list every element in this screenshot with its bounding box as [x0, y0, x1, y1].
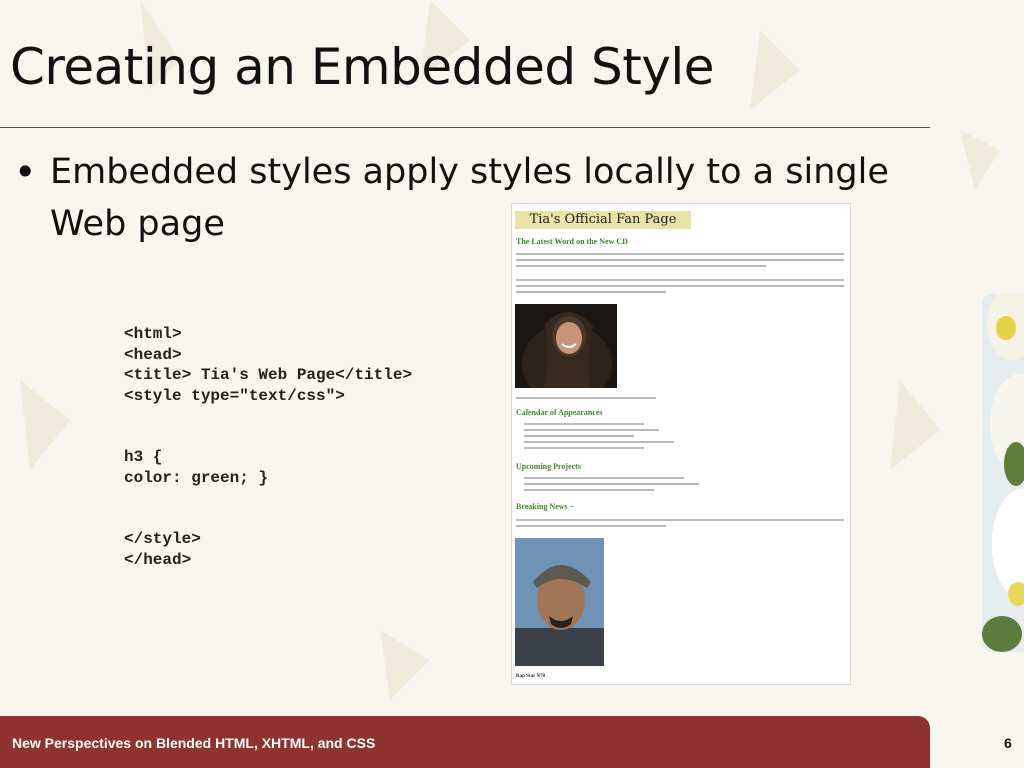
section-heading: Upcoming Projects: [516, 462, 581, 471]
text-line: [516, 525, 666, 527]
text-line: [516, 397, 656, 399]
fan-page-banner: Tia's Official Fan Page: [515, 211, 691, 229]
list-line: [524, 447, 644, 449]
text-line: [516, 285, 844, 287]
section-heading: Breaking News –: [516, 502, 574, 511]
bullet-icon: •: [14, 150, 37, 194]
flower-image: [982, 294, 1024, 652]
text-line: [516, 265, 766, 267]
slide-number: 6: [1004, 735, 1012, 751]
footer-text: New Perspectives on Blended HTML, XHTML,…: [12, 735, 376, 751]
list-line: [524, 483, 699, 485]
rapper-photo: [515, 538, 604, 666]
text-line: [516, 291, 666, 293]
code-sample: <html> <head> <title> Tia's Web Page</ti…: [124, 325, 413, 569]
text-line: [516, 279, 844, 281]
photo-caption: Rap Star N70: [516, 674, 546, 679]
list-line: [524, 489, 654, 491]
list-line: [524, 441, 674, 443]
list-line: [524, 429, 659, 431]
section-heading: The Latest Word on the New CD: [516, 237, 628, 246]
title-divider: [0, 127, 930, 128]
webpage-screenshot: Tia's Official Fan Page The Latest Word …: [511, 203, 851, 685]
list-line: [524, 423, 644, 425]
slide-title: Creating an Embedded Style: [10, 38, 715, 96]
section-heading: Calendar of Appearances: [516, 408, 603, 417]
text-line: [516, 259, 844, 261]
list-line: [524, 477, 684, 479]
list-line: [524, 435, 634, 437]
singer-photo: [515, 304, 617, 388]
text-line: [516, 253, 844, 255]
text-line: [516, 519, 844, 521]
